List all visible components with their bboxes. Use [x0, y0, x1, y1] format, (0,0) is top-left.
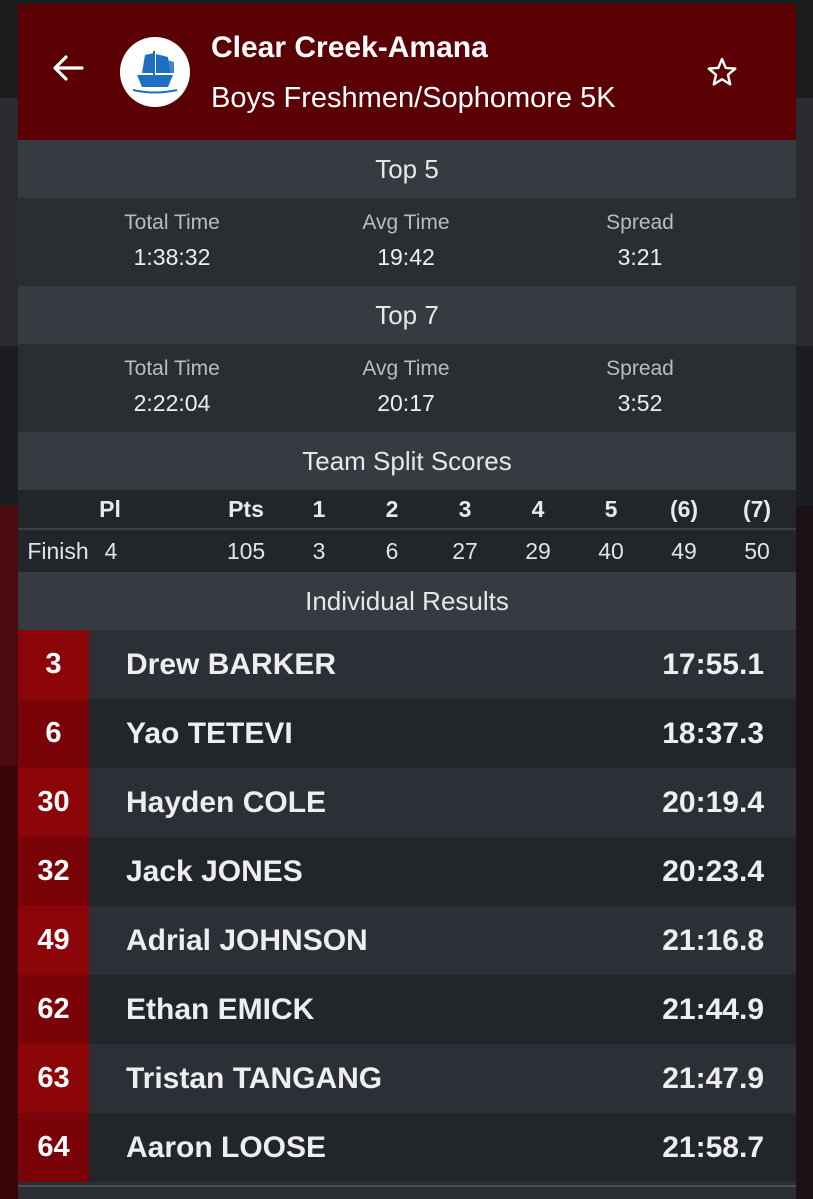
- column-header: (7): [742, 495, 772, 522]
- finish-time: 21:58.7: [662, 1130, 764, 1164]
- stat-label: Avg Time: [362, 211, 450, 234]
- column-header: (6): [669, 495, 699, 522]
- race-name: Boys Freshmen/Sophomore 5K: [211, 82, 616, 114]
- finish-time: 20:23.4: [662, 854, 764, 888]
- stat-label: Spread: [606, 211, 674, 234]
- stat-label: Total Time: [124, 357, 220, 380]
- clipper-ship-logo: [132, 51, 178, 94]
- top5-avg-time: Avg Time 19:42: [316, 210, 496, 274]
- column-header: 2: [385, 495, 399, 522]
- result-row[interactable]: 63 Tristan TANGANG 21:47.9: [18, 1044, 796, 1113]
- athlete-name: Hayden COLE: [126, 785, 327, 819]
- split-cell: 105: [226, 537, 266, 564]
- divider: [18, 1185, 796, 1187]
- stat-value: 3:52: [617, 390, 663, 416]
- athlete-name: Yao TETEVI: [126, 716, 293, 750]
- split-cell: 40: [598, 537, 624, 564]
- result-row[interactable]: 32 Jack JONES 20:23.4: [18, 837, 796, 906]
- athlete-name: Aaron LOOSE: [126, 1130, 327, 1164]
- stat-label: Total Time: [124, 211, 220, 234]
- top5-stats: Total Time 1:38:32 Avg Time 19:42 Spread…: [18, 198, 796, 286]
- result-row[interactable]: 64 Aaron LOOSE 21:58.7: [18, 1113, 796, 1182]
- arrow-left-icon: [52, 54, 84, 87]
- back-button[interactable]: [48, 50, 88, 90]
- athlete-name: Drew BARKER: [126, 647, 337, 681]
- row-label: Finish: [27, 537, 89, 564]
- stat-value: 2:22:04: [133, 390, 211, 416]
- athlete-name: Jack JONES: [126, 854, 303, 888]
- place-badge: 62: [18, 975, 89, 1044]
- result-row[interactable]: 30 Hayden COLE 20:19.4: [18, 768, 796, 837]
- column-header: Pl: [99, 495, 121, 522]
- split-scores-heading: Team Split Scores: [18, 432, 796, 490]
- individual-results-heading: Individual Results: [18, 572, 796, 630]
- star-outline-icon: [705, 55, 739, 94]
- top7-avg-time: Avg Time 20:17: [316, 356, 496, 420]
- finish-time: 21:47.9: [662, 1061, 764, 1095]
- split-cell: 4: [104, 537, 118, 564]
- place-badge: 30: [18, 768, 89, 837]
- column-header: 1: [312, 495, 326, 522]
- top7-stats: Total Time 2:22:04 Avg Time 20:17 Spread…: [18, 344, 796, 432]
- split-cell: 50: [744, 537, 770, 564]
- column-header: 3: [458, 495, 472, 522]
- top5-heading: Top 5: [18, 140, 796, 198]
- split-cell: 49: [671, 537, 697, 564]
- finish-time: 18:37.3: [662, 716, 764, 750]
- team-header: Clear Creek-Amana Boys Freshmen/Sophomor…: [18, 4, 796, 140]
- favorite-button[interactable]: [702, 54, 742, 94]
- top5-total-time: Total Time 1:38:32: [82, 210, 262, 274]
- top7-total-time: Total Time 2:22:04: [82, 356, 262, 420]
- column-header: 4: [531, 495, 545, 522]
- place-badge: 3: [18, 630, 89, 699]
- finish-time: 21:44.9: [662, 992, 764, 1026]
- split-table-row: Finish 4 105 3 6 27 29 40 49 50: [18, 530, 796, 572]
- athlete-name: Ethan EMICK: [126, 992, 315, 1026]
- athlete-name: Adrial JOHNSON: [126, 923, 368, 957]
- split-cell: 6: [385, 537, 399, 564]
- place-badge: 49: [18, 906, 89, 975]
- stat-value: 3:21: [617, 244, 663, 270]
- finish-time: 20:19.4: [662, 785, 764, 819]
- column-header: Pts: [228, 495, 264, 522]
- stat-value: 19:42: [377, 244, 435, 270]
- place-badge: 6: [18, 699, 89, 768]
- split-table-header: Pl Pts 1 2 3 4 5 (6) (7): [18, 490, 796, 530]
- finish-time: 17:55.1: [662, 647, 764, 681]
- team-name: Clear Creek-Amana: [211, 31, 488, 64]
- top7-heading: Top 7: [18, 286, 796, 344]
- column-header: 5: [604, 495, 618, 522]
- stat-value: 20:17: [377, 390, 435, 416]
- finish-time: 21:16.8: [662, 923, 764, 957]
- stat-label: Spread: [606, 357, 674, 380]
- split-cell: 29: [525, 537, 551, 564]
- split-cell: 3: [312, 537, 326, 564]
- stat-value: 1:38:32: [133, 244, 211, 270]
- top7-spread: Spread 3:52: [550, 356, 730, 420]
- place-badge: 64: [18, 1113, 89, 1182]
- team-results-modal: Clear Creek-Amana Boys Freshmen/Sophomor…: [18, 4, 796, 1199]
- place-badge: 32: [18, 837, 89, 906]
- team-logo: [120, 37, 190, 107]
- place-badge: 63: [18, 1044, 89, 1113]
- stat-label: Avg Time: [362, 357, 450, 380]
- athlete-name: Tristan TANGANG: [126, 1061, 383, 1095]
- top5-spread: Spread 3:21: [550, 210, 730, 274]
- split-cell: 27: [452, 537, 478, 564]
- result-row[interactable]: 49 Adrial JOHNSON 21:16.8: [18, 906, 796, 975]
- result-row[interactable]: 3 Drew BARKER 17:55.1: [18, 630, 796, 699]
- result-row[interactable]: 6 Yao TETEVI 18:37.3: [18, 699, 796, 768]
- result-row[interactable]: 62 Ethan EMICK 21:44.9: [18, 975, 796, 1044]
